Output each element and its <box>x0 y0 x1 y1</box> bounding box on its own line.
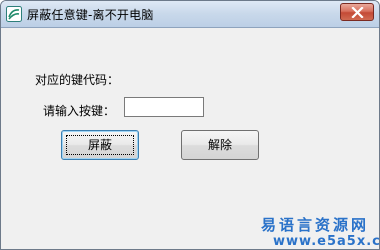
close-icon <box>351 7 364 18</box>
block-button[interactable]: 屏蔽 <box>61 130 139 160</box>
release-button[interactable]: 解除 <box>181 130 259 160</box>
window-content: 对应的键代码： 请输入按键： 屏蔽 解除 易语言资源网 www.e5a5x.co… <box>1 28 379 249</box>
close-button[interactable] <box>340 3 374 21</box>
watermark-site-name: 易语言资源网 <box>261 216 370 234</box>
title-bar[interactable]: 屏蔽任意键-离不开电脑 <box>1 1 379 28</box>
window-title: 屏蔽任意键-离不开电脑 <box>27 8 154 22</box>
app-logo-icon <box>6 6 22 22</box>
app-window: 屏蔽任意键-离不开电脑 对应的键代码： 请输入按键： 屏蔽 解除 易语言资源网 … <box>0 0 380 250</box>
watermark-site-url: www.e5a5x.com <box>273 234 380 249</box>
focus-ring <box>66 135 134 155</box>
key-input-field[interactable] <box>124 97 204 117</box>
key-input-label: 请输入按键： <box>43 104 116 118</box>
keycode-label: 对应的键代码： <box>35 73 120 87</box>
release-button-label: 解除 <box>207 138 232 152</box>
